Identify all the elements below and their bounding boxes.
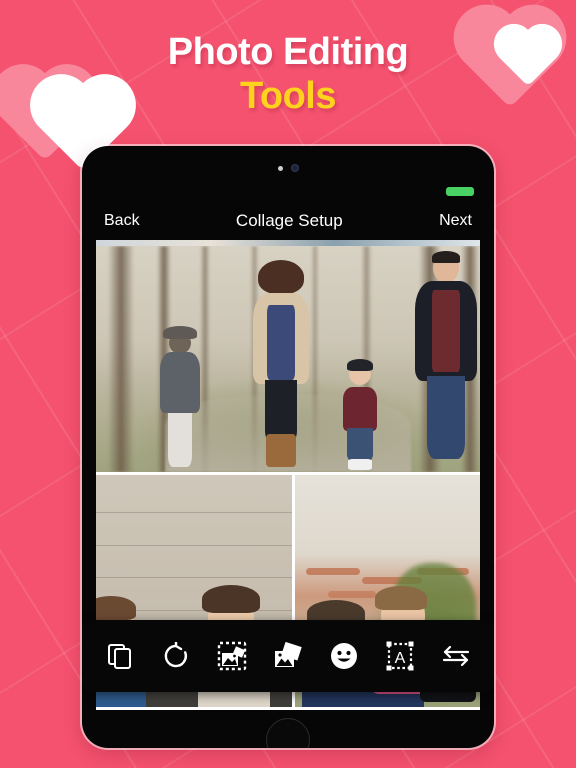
page-title: Photo Editing Tools [0,31,576,119]
duplicate-icon[interactable] [100,636,140,676]
navigation-bar: Back Collage Setup Next [82,202,494,240]
text-box-icon[interactable]: A [380,636,420,676]
photo-stack-icon[interactable] [268,636,308,676]
flip-swap-icon[interactable] [436,636,476,676]
rotate-icon[interactable] [156,636,196,676]
status-badge [446,187,474,196]
next-button[interactable]: Next [439,212,472,230]
screen-title: Collage Setup [235,211,343,230]
photo-family-forest [96,246,480,472]
svg-text:A: A [395,650,406,667]
collage-cell-family-forest[interactable] [96,246,480,472]
device-frame: Back Collage Setup Next A [82,146,494,748]
home-button[interactable] [266,718,310,748]
proximity-sensor-icon [277,165,283,171]
frame-photo-icon[interactable] [212,636,252,676]
sticker-icon[interactable] [324,636,364,676]
back-button[interactable]: Back [104,212,140,230]
device-sensor-row [82,164,494,172]
app-root: Photo Editing Tools Back Collage Setup N… [0,0,576,768]
page-title-line2: Tools [239,74,337,117]
front-camera-icon [290,164,299,172]
page-title-line1: Photo Editing [167,31,409,73]
editing-toolbar: A [82,620,494,692]
